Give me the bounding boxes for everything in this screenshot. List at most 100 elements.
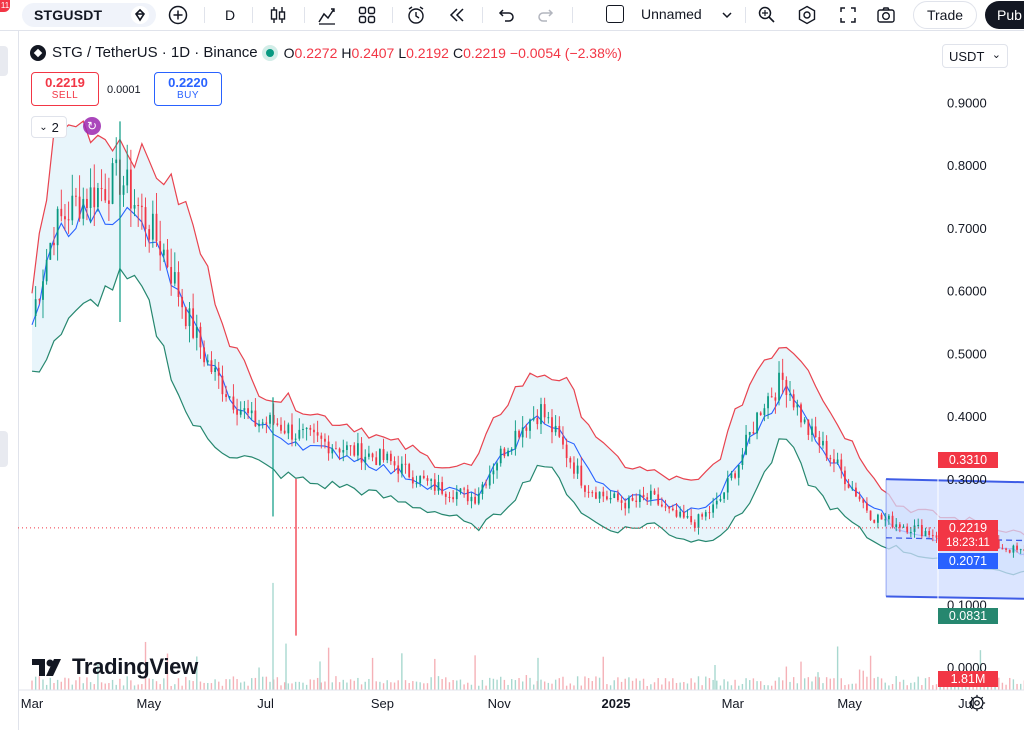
volume-bar bbox=[697, 676, 700, 690]
candles-icon[interactable] bbox=[268, 4, 288, 26]
candle-body bbox=[474, 496, 476, 504]
volume-bar bbox=[397, 680, 399, 690]
candle-body bbox=[701, 514, 704, 517]
candle-body bbox=[525, 427, 528, 431]
volume-bar bbox=[836, 646, 839, 690]
volume-spike bbox=[817, 672, 819, 690]
candle-body bbox=[232, 396, 235, 410]
volume-bar bbox=[756, 681, 758, 690]
volume-bar bbox=[375, 681, 377, 690]
volume-bar bbox=[730, 685, 733, 690]
volume-bar bbox=[404, 680, 407, 690]
volume-bar bbox=[884, 682, 886, 690]
fullscreen-icon[interactable] bbox=[838, 4, 858, 26]
candle-body bbox=[389, 453, 392, 462]
x-tick-label: Sep bbox=[371, 696, 394, 711]
candle-body bbox=[543, 404, 546, 418]
volume-bar bbox=[31, 680, 33, 690]
symbol-search-button[interactable]: STGUSDT bbox=[22, 3, 156, 27]
volume-bar bbox=[320, 682, 322, 690]
volume-bar bbox=[122, 685, 125, 690]
layout-checkbox[interactable] bbox=[606, 5, 624, 23]
buy-button[interactable]: 0.2220 BUY bbox=[154, 72, 222, 106]
volume-bar bbox=[862, 670, 864, 690]
candle-body bbox=[247, 408, 249, 414]
chart-settings-gear-icon[interactable] bbox=[968, 694, 986, 712]
volume-bar bbox=[800, 661, 802, 690]
volume-bar bbox=[609, 685, 612, 690]
replay-icon[interactable] bbox=[447, 4, 467, 26]
candle-body bbox=[382, 449, 385, 461]
trade-button[interactable]: Trade bbox=[913, 1, 977, 29]
volume-bar bbox=[313, 679, 315, 690]
indicators-toggle[interactable]: ⌄ 2 bbox=[31, 116, 67, 138]
candle-body bbox=[448, 496, 451, 498]
candle-body bbox=[470, 496, 473, 502]
alert-icon[interactable] bbox=[406, 4, 426, 26]
sync-icon[interactable]: ↻ bbox=[83, 117, 101, 135]
volume-bar bbox=[496, 679, 498, 690]
candle-body bbox=[715, 500, 718, 505]
volume-bar bbox=[111, 679, 114, 690]
candle-body bbox=[346, 445, 348, 450]
buy-price: 0.2220 bbox=[168, 75, 208, 90]
volume-bar bbox=[459, 679, 462, 690]
camera-icon[interactable] bbox=[876, 4, 896, 26]
candle-body bbox=[909, 531, 912, 533]
volume-label: 1.81M bbox=[938, 671, 998, 687]
candle-body bbox=[177, 272, 180, 297]
price-chart[interactable]: 0.9000 0.8000 0.7000 0.6000 0.5000 0.4000 0.30… bbox=[18, 31, 1024, 730]
quick-search-icon[interactable] bbox=[757, 4, 777, 26]
volume-bar bbox=[694, 682, 696, 690]
candle-body bbox=[836, 459, 839, 463]
candle-body bbox=[375, 457, 378, 465]
indicators-icon[interactable] bbox=[317, 4, 337, 26]
candle-body bbox=[331, 448, 334, 454]
chevron-down-icon: ⌄ bbox=[991, 49, 1001, 61]
undo-icon[interactable] bbox=[496, 4, 516, 26]
y-tick-label: 0.9000 bbox=[947, 96, 987, 111]
candle-body bbox=[159, 241, 162, 256]
volume-bar bbox=[280, 685, 282, 690]
volume-bar bbox=[456, 680, 458, 690]
compare-symbol-icon[interactable] bbox=[130, 5, 150, 25]
candle-body bbox=[342, 449, 345, 453]
candle-body bbox=[397, 465, 400, 474]
settings-icon[interactable] bbox=[797, 4, 817, 26]
currency-select[interactable]: USDT ⌄ bbox=[942, 44, 1008, 68]
toolbar-divider bbox=[252, 7, 253, 23]
volume-bar bbox=[690, 678, 692, 690]
volume-bar bbox=[840, 678, 842, 690]
publish-button[interactable]: Pub bbox=[985, 1, 1024, 29]
candle-body bbox=[833, 459, 835, 463]
sell-button[interactable]: 0.2219 SELL bbox=[31, 72, 99, 106]
candle-body bbox=[34, 299, 37, 317]
tool-highlight[interactable] bbox=[0, 431, 8, 467]
candle-body bbox=[800, 404, 802, 423]
y-tick-label: 0.8000 bbox=[947, 158, 987, 173]
volume-bar bbox=[1009, 677, 1011, 690]
candle-body bbox=[455, 492, 458, 500]
add-symbol-icon[interactable] bbox=[168, 4, 188, 26]
volume-bar bbox=[188, 680, 191, 690]
candle-body bbox=[587, 491, 590, 493]
templates-icon[interactable] bbox=[357, 4, 377, 26]
chart-title[interactable]: STG / TetherUS · 1D · Binance bbox=[52, 44, 258, 61]
active-tool-highlight[interactable] bbox=[0, 46, 8, 76]
volume-bar bbox=[152, 679, 154, 690]
candle-body bbox=[86, 198, 88, 209]
layout-name[interactable]: Unnamed bbox=[641, 6, 702, 22]
interval-button[interactable]: D bbox=[222, 4, 238, 26]
y-tick-label: 0.4000 bbox=[947, 409, 987, 424]
chart-legend[interactable]: STG / TetherUS · 1D · Binance O0.2272 H0… bbox=[30, 44, 626, 61]
candle-body bbox=[335, 448, 337, 450]
candle-body bbox=[891, 515, 894, 528]
redo-icon[interactable] bbox=[536, 4, 556, 26]
candle-body bbox=[452, 497, 455, 500]
candle-body bbox=[280, 424, 282, 431]
candle-body bbox=[796, 404, 799, 408]
chevron-down-icon[interactable] bbox=[717, 4, 737, 26]
candle-body bbox=[239, 410, 242, 415]
candle-body bbox=[547, 417, 550, 419]
volume-bar bbox=[75, 680, 77, 690]
